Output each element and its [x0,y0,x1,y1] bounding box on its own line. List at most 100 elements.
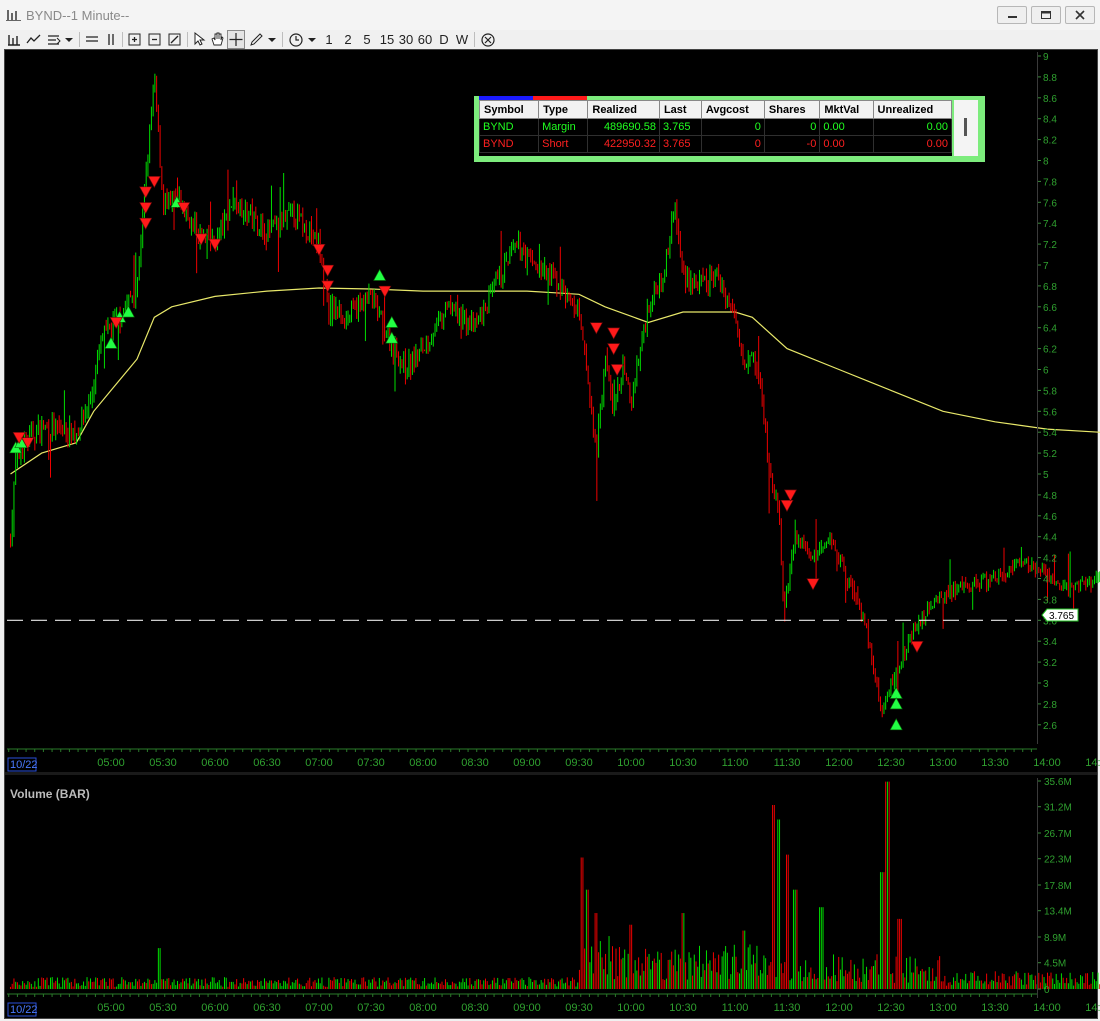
price-tick-label: 5.2 [1043,449,1057,460]
sell-signal-marker [378,285,392,298]
volume-tick-label: 22.3M [1044,855,1072,866]
time-tick-label: 14:30 [1085,1002,1100,1014]
time-tick-label: 07:30 [357,1002,385,1014]
column-header-unrealized[interactable]: Unrealized [872,100,953,119]
time-tick-label: 12:30 [877,757,905,769]
volume-tick-label: 8.9M [1044,933,1066,944]
cell-last: 3.765 [658,118,702,136]
volume-tick-label: 13.4M [1044,907,1072,918]
cell-unrealized: 0.00 [872,135,953,153]
sell-signal-marker [806,578,820,591]
positions-table-container: Symbol Type Realized Last Avgcost Shares… [478,100,953,156]
time-tick-label: 11:00 [722,1002,749,1014]
sell-signal-marker [780,500,794,512]
buy-signal-marker [121,305,135,318]
sell-signal-marker [783,489,797,502]
time-tick-label: 05:30 [149,1002,177,1014]
time-tick-label: 13:30 [981,1002,1009,1014]
time-tick-label: 09:30 [565,757,593,769]
price-tick-label: 7 [1043,261,1049,272]
positions-panel[interactable]: Symbol Type Realized Last Avgcost Shares… [474,96,985,162]
price-tick-label: 7.8 [1043,177,1057,188]
sell-signal-marker [312,244,326,256]
buy-signal-marker [889,697,903,710]
table-row[interactable]: BYND Short 422950.32 3.765 0 -0 0.00 0.0… [478,135,953,153]
price-tick-label: 4.2 [1043,554,1057,565]
price-tick-label: 8 [1043,157,1049,168]
buy-signal-marker [373,268,387,281]
time-tick-label: 06:00 [201,757,229,769]
price-tick-label: 3.2 [1043,658,1057,669]
time-tick-label: 05:30 [149,757,177,769]
vwap-line [10,287,1100,475]
time-tick-label: 09:00 [513,757,541,769]
time-tick-label: 12:30 [877,1002,905,1014]
cell-mktval: 0.00 [819,135,874,153]
price-tick-label: 7.2 [1043,240,1057,251]
time-tick-label: 10:30 [669,757,697,769]
column-header-mktval[interactable]: MktVal [819,100,874,119]
time-tick-label: 06:30 [253,757,281,769]
volume-tick-label: 17.8M [1044,881,1072,892]
time-tick-label: 14:00 [1033,1002,1061,1014]
price-tick-label: 6 [1043,366,1049,377]
cell-shares: -0 [763,135,821,153]
buy-signal-marker [104,336,118,349]
price-tick-label: 7.4 [1043,219,1057,230]
price-tick-label: 9 [1043,52,1049,63]
sell-signal-marker [147,176,161,189]
column-header-shares[interactable]: Shares [763,100,821,119]
cell-realized: 489690.58 [587,118,660,136]
sell-signal-marker [139,186,153,199]
time-tick-label: 14:00 [1033,757,1061,769]
positions-scrollbar[interactable] [954,100,978,156]
price-tick-label: 4.8 [1043,491,1057,502]
volume-tick-label: 0 [1044,985,1050,996]
time-tick-label: 08:30 [461,757,489,769]
cell-last: 3.765 [658,135,702,153]
sell-signal-marker [610,364,624,377]
price-tick-label: 6.2 [1043,345,1057,356]
time-tick-label: 11:00 [722,757,749,769]
chart-window: BYND--1 Minute-- 1 2 5 15 30 60 D W 9 8.… [0,0,1100,1021]
table-row[interactable]: BYND Margin 489690.58 3.765 0 0 0.00 0.0… [478,118,953,136]
sell-signal-marker [139,217,153,230]
time-tick-label: 05:00 [97,757,125,769]
time-tick-label: 09:00 [513,1002,541,1014]
price-tick-label: 5 [1043,470,1049,481]
sell-signal-marker [607,327,621,340]
column-header-symbol[interactable]: Symbol [478,100,540,119]
price-tick-label: 3.4 [1043,637,1057,648]
buy-signal-marker [889,718,903,731]
date-label: 10/22 [10,759,38,771]
price-tick-label: 2.8 [1043,700,1057,711]
scrollbar-thumb[interactable] [964,118,967,136]
column-header-realized[interactable]: Realized [587,100,660,119]
price-tick-label: 5.4 [1043,428,1057,439]
cell-type: Margin [538,118,589,136]
price-tick-label: 8.4 [1043,115,1057,126]
sell-signal-marker [910,641,924,654]
volume-tick-label: 35.6M [1044,777,1072,788]
volume-tick-label: 26.7M [1044,829,1072,840]
price-tick-label: 5.8 [1043,386,1057,397]
time-tick-label: 08:30 [461,1002,489,1014]
column-header-avgcost[interactable]: Avgcost [700,100,765,119]
buy-signal-marker [889,686,903,699]
column-header-last[interactable]: Last [658,100,702,119]
price-tick-label: 4.6 [1043,512,1057,523]
pane-separator[interactable] [5,772,1097,775]
price-tick-label: 8.6 [1043,94,1057,105]
price-tick-label: 2.6 [1043,721,1057,732]
column-header-type[interactable]: Type [538,100,589,119]
time-tick-label: 12:00 [825,1002,853,1014]
time-tick-label: 05:00 [97,1002,125,1014]
time-tick-label: 10:00 [617,757,645,769]
price-tick-label: 4.4 [1043,533,1057,544]
price-tick-label: 8.8 [1043,73,1057,84]
price-tick-label: 6.4 [1043,324,1057,335]
time-tick-label: 07:00 [305,1002,333,1014]
cell-symbol: BYND [478,118,540,136]
positions-table: Symbol Type Realized Last Avgcost Shares… [478,100,953,153]
cell-avgcost: 0 [700,118,765,136]
